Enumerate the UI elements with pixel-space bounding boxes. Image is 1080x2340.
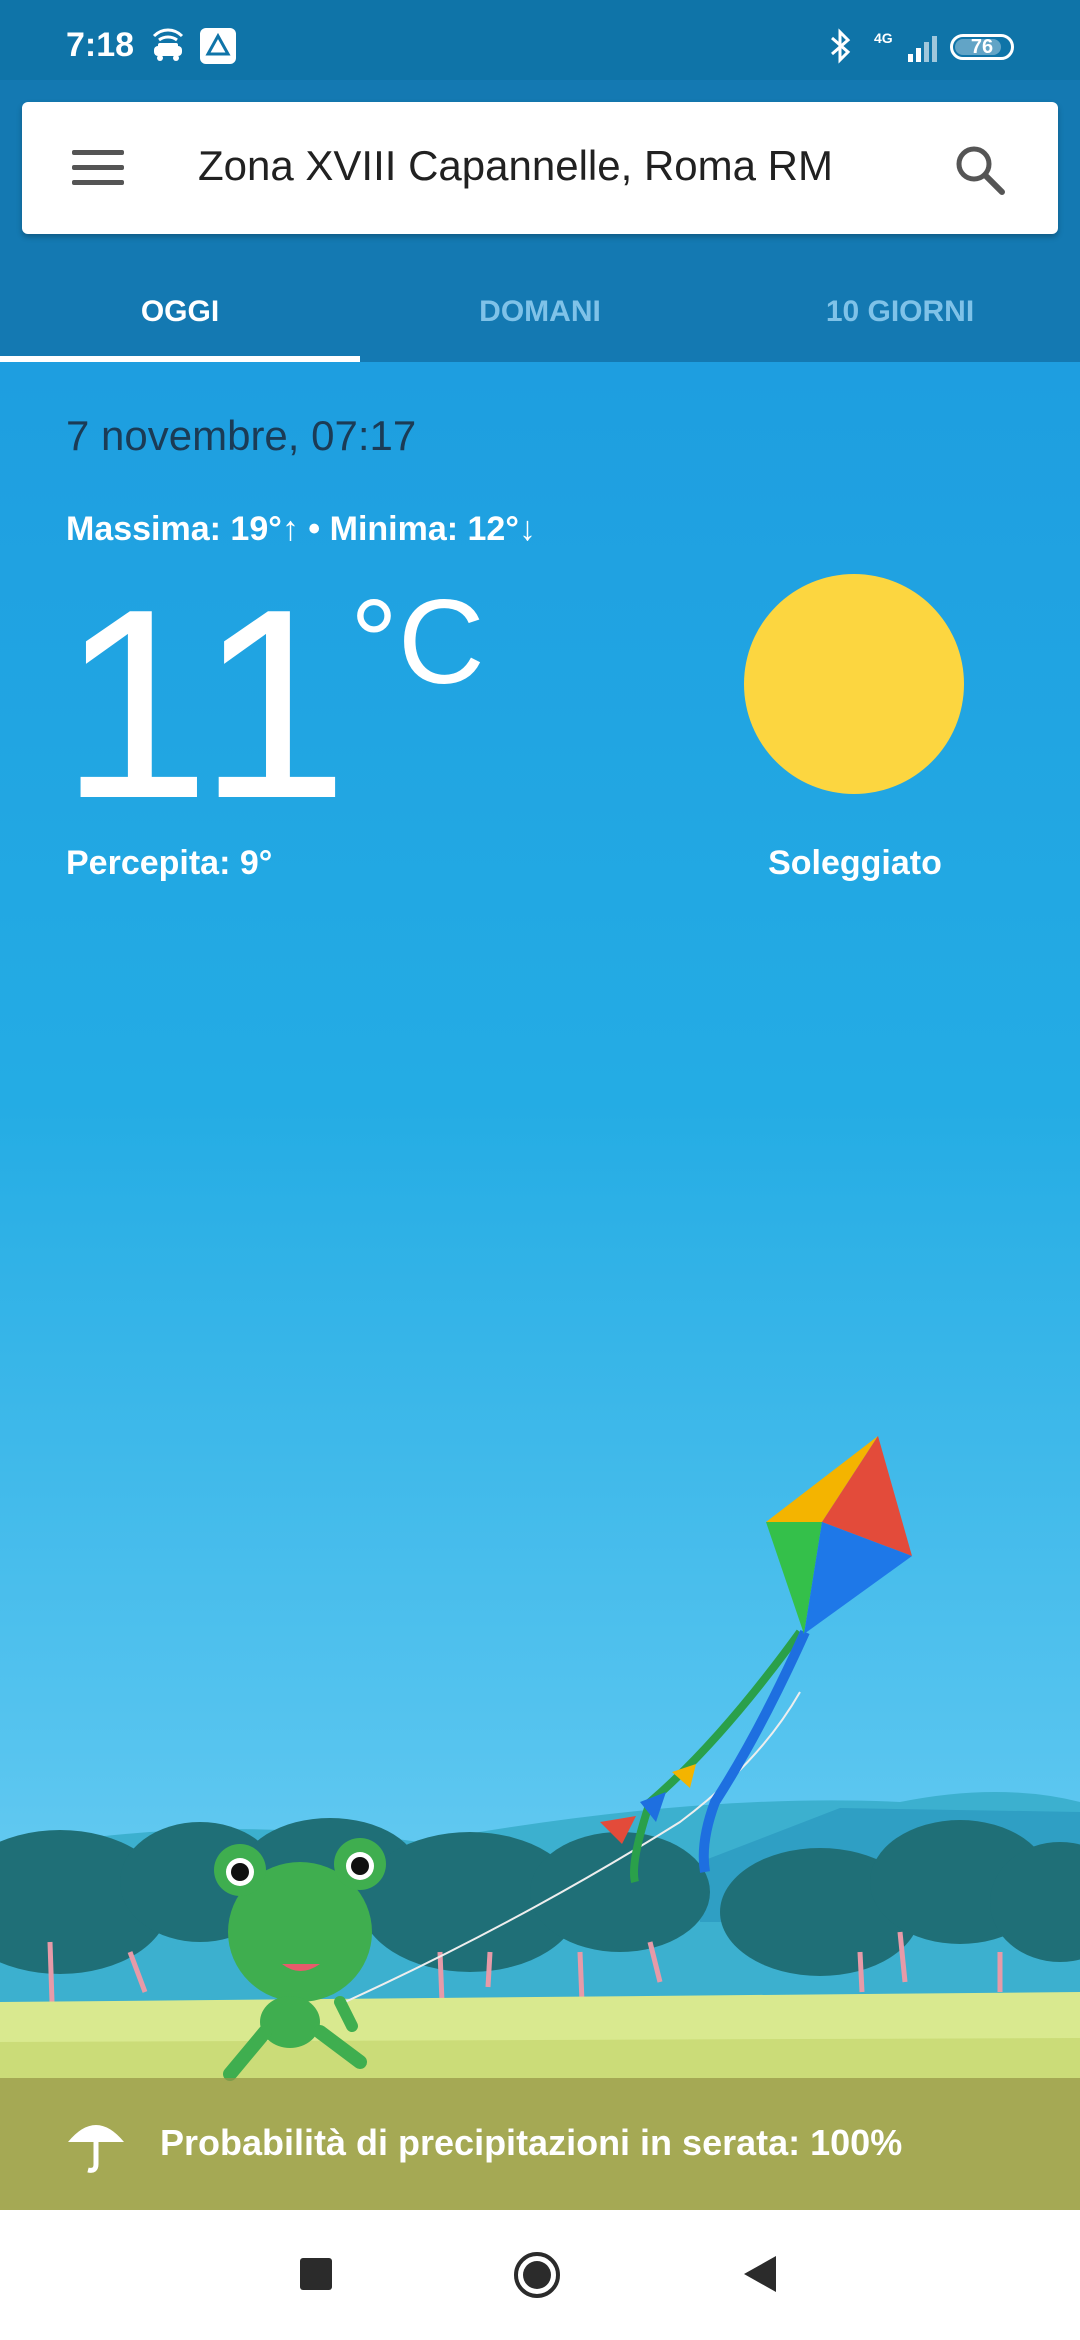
- signal-icon: [908, 36, 937, 62]
- tab-10-giorni[interactable]: 10 GIORNI: [720, 262, 1080, 362]
- status-bar: 7:18 4G 76: [0, 0, 1080, 80]
- menu-icon[interactable]: [72, 150, 124, 186]
- app-notification-icon: [200, 28, 236, 64]
- tab-bar: OGGI DOMANI 10 GIORNI: [0, 262, 1080, 362]
- location-text[interactable]: Zona XVIII Capannelle, Roma RM: [198, 142, 833, 190]
- header: Zona XVIII Capannelle, Roma RM OGGI DOMA…: [0, 80, 1080, 362]
- search-icon[interactable]: [952, 142, 1008, 198]
- umbrella-icon: [68, 2125, 124, 2173]
- back-button[interactable]: [742, 2254, 778, 2294]
- weather-condition: Soleggiato: [768, 844, 942, 882]
- max-min-temperature: Massima: 19°↑ • Minima: 12°↓: [66, 510, 536, 548]
- weather-panel: 7 novembre, 07:17 Massima: 19°↑ • Minima…: [0, 362, 1080, 2210]
- sun-icon: [744, 574, 964, 794]
- tab-domani[interactable]: DOMANI: [360, 262, 720, 362]
- temperature-unit: °C: [350, 575, 485, 709]
- recent-apps-button[interactable]: [300, 2258, 332, 2290]
- tab-oggi[interactable]: OGGI: [0, 262, 360, 362]
- current-temperature: 11: [60, 554, 357, 855]
- bluetooth-icon: [831, 28, 851, 64]
- date-time: 7 novembre, 07:17: [66, 412, 417, 459]
- home-button[interactable]: [512, 2250, 562, 2300]
- car-icon: [152, 28, 184, 61]
- precipitation-text: Probabilità di precipitazioni in serata:…: [160, 2122, 903, 2163]
- navigation-bar: [0, 2210, 1080, 2340]
- feels-like: Percepita: 9°: [66, 844, 273, 882]
- network-type: 4G: [874, 30, 893, 46]
- battery-indicator: 76: [950, 34, 1014, 60]
- precipitation-banner[interactable]: Probabilità di precipitazioni in serata:…: [0, 2078, 1080, 2210]
- status-time: 7:18: [66, 26, 135, 64]
- search-card[interactable]: Zona XVIII Capannelle, Roma RM: [22, 102, 1058, 234]
- kite-illustration: [766, 1436, 912, 1634]
